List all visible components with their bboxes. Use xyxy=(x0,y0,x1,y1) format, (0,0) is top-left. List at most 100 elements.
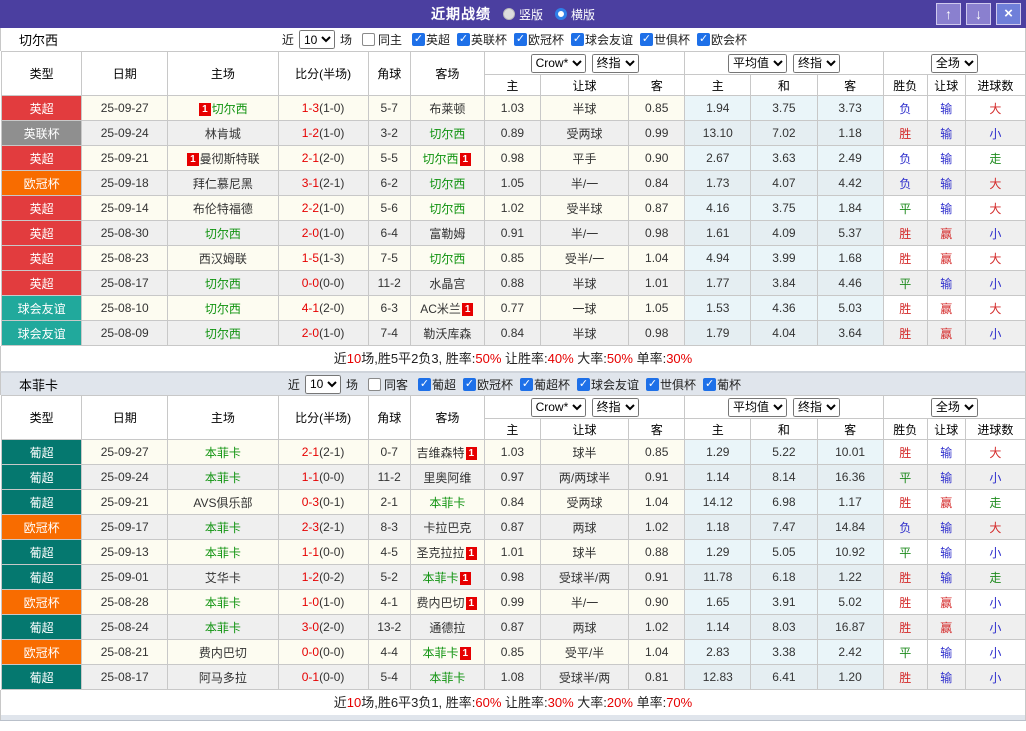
corner-cell: 4-1 xyxy=(367,589,411,615)
half-time-score: (0-2) xyxy=(319,570,345,584)
league-checkbox[interactable]: ✓ xyxy=(456,33,470,46)
corner-cell: 7-5 xyxy=(367,245,411,271)
league-type-badge: 葡超 xyxy=(0,614,83,640)
home-team-cell: 阿马多拉 xyxy=(167,664,279,690)
corner-cell: 6-3 xyxy=(367,295,411,321)
avg-draw-cell: 3.75 xyxy=(750,95,818,121)
avg-home-cell: 1.29 xyxy=(684,539,752,565)
avg-company-select[interactable]: 平均值 xyxy=(727,53,787,73)
matches-table: 类型 日期 主场 比分(半场) 角球 客场 Crow* 终指 平均值 终指 全场主让球客主和客胜负让… xyxy=(0,395,1026,690)
team-name: AVS俱乐部 xyxy=(193,495,253,510)
avg-final-select[interactable]: 终指 xyxy=(792,397,840,417)
filter-suffix-label: 场 xyxy=(345,377,358,392)
handicap-result-cell: 赢 xyxy=(926,320,966,346)
team-name: 本菲卡 xyxy=(429,495,466,510)
home-team-cell: 艾华卡 xyxy=(167,564,279,590)
layout-radio-horizontal[interactable]: 横版 xyxy=(555,6,595,23)
score-cell: 3-0(2-0) xyxy=(277,614,369,640)
avg-final-select[interactable]: 终指 xyxy=(792,53,840,73)
full-court-select[interactable]: 全场 xyxy=(930,53,978,73)
odds-handicap-cell: 一球 xyxy=(539,295,630,321)
odds-final-select[interactable]: 终指 xyxy=(591,53,639,73)
avg-home-cell: 12.83 xyxy=(684,664,752,690)
team-name: 切尔西 xyxy=(422,151,459,166)
full-time-score: 3-0 xyxy=(301,620,320,634)
recent-count-select[interactable]: 10 xyxy=(304,374,341,394)
corner-cell: 5-7 xyxy=(367,95,411,121)
odds-company-select[interactable]: Crow* xyxy=(530,397,586,417)
corner-cell: 7-4 xyxy=(367,320,411,346)
full-court-select[interactable]: 全场 xyxy=(930,397,978,417)
avg-home-cell: 1.29 xyxy=(684,439,752,465)
league-checkbox[interactable]: ✓ xyxy=(577,377,591,391)
avg-away-cell: 5.02 xyxy=(816,589,884,615)
score-cell: 0-0(0-0) xyxy=(277,639,369,665)
odds-handicap-cell: 两/两球半 xyxy=(539,464,630,490)
summary-text: 场,胜5平2负3, 胜率: xyxy=(361,351,476,366)
red-card-badge: 1 xyxy=(459,571,472,585)
header-select-group: 全场 xyxy=(882,395,1026,419)
avg-company-select[interactable]: 平均值 xyxy=(727,397,787,417)
move-up-button[interactable]: ↑ xyxy=(936,3,961,25)
date-cell: 25-08-17 xyxy=(81,664,169,690)
score-cell: 1-0(1-0) xyxy=(277,589,369,615)
sub-column-header: 进球数 xyxy=(964,418,1026,440)
home-team-cell: 本菲卡 xyxy=(167,514,279,540)
header-select-group: Crow* 终指 xyxy=(483,395,686,419)
away-team-cell: 切尔西 xyxy=(409,245,485,271)
corner-cell: 11-2 xyxy=(367,270,411,296)
same-side-label: 同客 xyxy=(383,377,408,392)
half-time-score: (2-1) xyxy=(319,520,345,534)
header-select-group: 平均值 终指 xyxy=(684,51,884,75)
column-header: 比分(半场) xyxy=(277,51,369,96)
odds-home-cell: 0.77 xyxy=(483,295,541,321)
odds-handicap-cell: 平手 xyxy=(539,145,630,171)
avg-away-cell: 5.37 xyxy=(816,220,884,246)
recent-count-select[interactable]: 10 xyxy=(298,30,335,49)
sub-column-header: 客 xyxy=(816,418,884,440)
corner-cell: 8-3 xyxy=(367,514,411,540)
odds-home-cell: 1.08 xyxy=(483,664,541,690)
league-type-badge: 葡超 xyxy=(0,664,83,690)
table-row: 葡超 25-09-24 本菲卡 1-1(0-0) 11-2 里奥阿维 0.97 两/两球半 0.… xyxy=(0,464,1026,490)
league-checkbox[interactable]: ✓ xyxy=(462,377,476,391)
summary-text: 60% xyxy=(475,695,502,710)
win-loss-result-cell: 负 xyxy=(882,514,928,540)
odds-away-cell: 0.88 xyxy=(628,539,686,565)
date-cell: 25-08-28 xyxy=(81,589,169,615)
avg-draw-cell: 3.63 xyxy=(750,145,818,171)
score-cell: 2-1(2-1) xyxy=(277,439,369,465)
league-checkbox[interactable]: ✓ xyxy=(514,33,527,46)
league-checkbox[interactable]: ✓ xyxy=(417,377,431,391)
odds-final-select[interactable]: 终指 xyxy=(591,397,639,417)
move-down-button[interactable]: ↓ xyxy=(966,3,991,25)
date-cell: 25-08-09 xyxy=(81,320,169,346)
league-checkbox[interactable]: ✓ xyxy=(640,33,654,46)
close-button[interactable]: × xyxy=(996,3,1021,25)
table-row: 葡超 25-09-01 艾华卡 1-2(0-2) 5-2 本菲卡 1 0.98 受球半/两 0.9… xyxy=(0,564,1026,590)
column-header: 日期 xyxy=(81,395,169,440)
avg-away-cell: 1.68 xyxy=(816,245,884,271)
league-checkbox[interactable]: ✓ xyxy=(703,377,717,391)
layout-radio-vertical[interactable]: 竖版 xyxy=(502,6,543,23)
half-time-score: (1-0) xyxy=(319,201,345,215)
odds-company-select[interactable]: Crow* xyxy=(530,53,586,73)
handicap-result-cell: 赢 xyxy=(926,220,966,246)
league-checkbox[interactable]: ✓ xyxy=(646,377,660,391)
same-side-checkbox[interactable] xyxy=(367,377,381,391)
date-cell: 25-09-21 xyxy=(81,145,169,171)
league-checkbox[interactable]: ✓ xyxy=(571,33,585,46)
home-team-cell: 切尔西 xyxy=(167,220,279,246)
league-type-badge: 英超 xyxy=(0,195,83,221)
avg-home-cell: 14.12 xyxy=(684,489,752,515)
team-name: 切尔西 xyxy=(429,126,466,141)
full-time-score: 2-2 xyxy=(301,201,320,215)
score-cell: 1-3(1-0) xyxy=(277,95,369,121)
same-side-checkbox[interactable] xyxy=(361,33,375,46)
odds-home-cell: 0.99 xyxy=(483,589,541,615)
league-checkbox[interactable]: ✓ xyxy=(411,33,425,46)
league-checkbox-label: 英超 xyxy=(425,33,450,47)
league-checkbox[interactable]: ✓ xyxy=(697,33,711,46)
league-checkbox[interactable]: ✓ xyxy=(520,377,533,391)
odds-home-cell: 1.02 xyxy=(483,195,541,221)
